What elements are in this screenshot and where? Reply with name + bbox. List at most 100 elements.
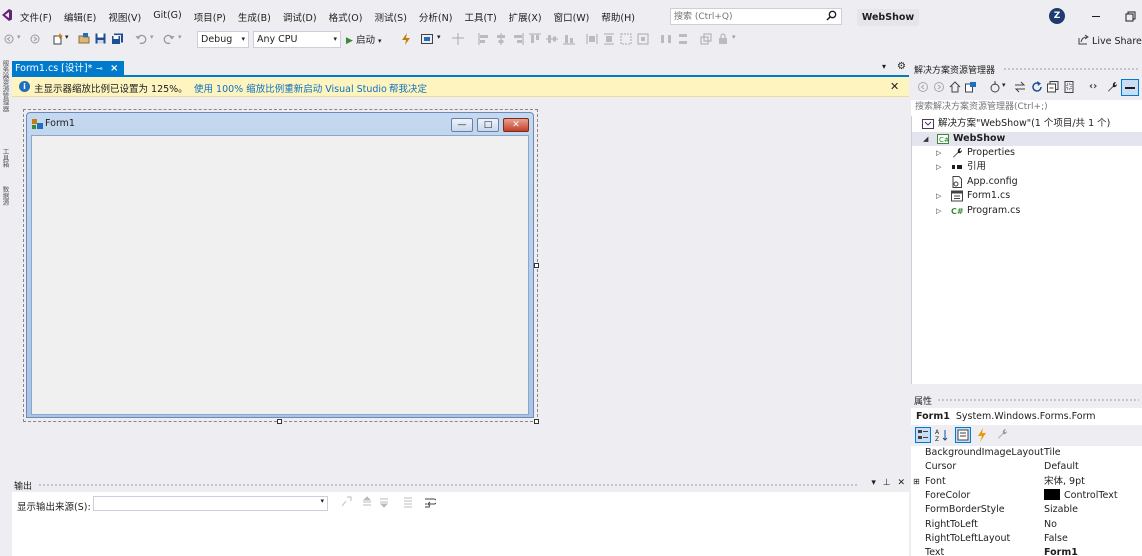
new-project-icon[interactable] bbox=[52, 33, 64, 45]
menu-extensions[interactable]: 扩展(X) bbox=[503, 10, 548, 24]
back-dropdown-icon[interactable]: ▾ bbox=[17, 33, 21, 41]
menu-window[interactable]: 窗口(W) bbox=[548, 10, 596, 24]
close-icon[interactable]: ✕ bbox=[890, 80, 899, 93]
preview-selected-items-button[interactable] bbox=[1121, 79, 1139, 96]
switch-views-icon[interactable] bbox=[965, 81, 977, 93]
tree-item-references[interactable]: ▷ 引用 bbox=[912, 160, 1142, 174]
menu-edit[interactable]: 编辑(E) bbox=[58, 10, 102, 24]
start-button[interactable]: ▶ 启动 ▾ bbox=[346, 32, 382, 46]
tab-list-dropdown-icon[interactable]: ▾ bbox=[882, 62, 886, 71]
tab-order-icon[interactable] bbox=[700, 33, 712, 45]
minimize-icon[interactable] bbox=[1089, 8, 1103, 24]
property-row[interactable]: Text Form1 bbox=[911, 546, 1142, 556]
menu-git[interactable]: Git(G) bbox=[147, 10, 188, 24]
tree-item-app-config[interactable]: App.config bbox=[912, 175, 1142, 189]
help-me-decide-link[interactable]: 帮我决定 bbox=[389, 81, 427, 95]
align-tops-icon[interactable] bbox=[529, 33, 541, 45]
undo-icon[interactable] bbox=[135, 33, 147, 45]
previous-message-icon[interactable] bbox=[361, 496, 373, 508]
solution-search-input[interactable] bbox=[911, 100, 1131, 114]
lock-controls-icon[interactable] bbox=[717, 33, 729, 45]
align-grid-icon[interactable] bbox=[452, 33, 464, 45]
solution-platform-select[interactable]: Any CPU ▾ bbox=[253, 31, 341, 48]
tree-item-properties[interactable]: ▷ Properties bbox=[912, 146, 1142, 160]
tree-item-project[interactable]: ◢ C# WebShow bbox=[912, 132, 1142, 146]
forward-icon[interactable] bbox=[30, 33, 40, 45]
search-box[interactable] bbox=[670, 8, 842, 25]
tree-item-form1[interactable]: ▷ Form1.cs bbox=[912, 189, 1142, 203]
menu-format[interactable]: 格式(O) bbox=[323, 10, 369, 24]
align-centers-icon[interactable] bbox=[495, 33, 507, 45]
make-same-height-icon[interactable] bbox=[603, 33, 615, 45]
visual-studio-logo-icon[interactable] bbox=[2, 9, 12, 21]
solution-configuration-select[interactable]: Debug ▾ bbox=[197, 31, 249, 48]
collapsed-arrow-icon[interactable]: ▷ bbox=[936, 160, 941, 174]
property-row[interactable]: RightToLeft No bbox=[911, 518, 1142, 532]
collapsed-arrow-icon[interactable]: ▷ bbox=[936, 146, 941, 160]
pending-changes-filter-icon[interactable] bbox=[989, 81, 1001, 93]
forward-icon[interactable] bbox=[933, 81, 945, 93]
alphabetical-icon[interactable]: AZ bbox=[935, 428, 949, 442]
solution-explorer-search[interactable] bbox=[911, 100, 1142, 116]
tree-item-solution[interactable]: 解决方案"WebShow"(1 个项目/共 1 个) bbox=[912, 117, 1142, 131]
align-rights-icon[interactable] bbox=[512, 33, 524, 45]
property-value[interactable]: False bbox=[1044, 532, 1068, 546]
property-value[interactable]: 宋体, 9pt bbox=[1044, 475, 1085, 489]
avatar[interactable]: Z bbox=[1049, 8, 1065, 24]
expand-plus-icon[interactable]: ⊞ bbox=[913, 475, 920, 489]
gear-icon[interactable]: ⚙ bbox=[897, 61, 906, 72]
property-row[interactable]: FormBorderStyle Sizable bbox=[911, 503, 1142, 517]
size-to-grid-icon[interactable] bbox=[637, 33, 649, 45]
word-wrap-icon[interactable] bbox=[424, 496, 436, 508]
wrench-icon[interactable] bbox=[1106, 81, 1118, 93]
restart-100-percent-link[interactable]: 使用 100% 缩放比例重新启动 Visual Studio bbox=[194, 81, 387, 95]
resize-handle-right[interactable] bbox=[534, 263, 539, 268]
save-all-icon[interactable] bbox=[111, 33, 124, 45]
form-close-button[interactable]: ✕ bbox=[503, 118, 529, 132]
clear-all-icon[interactable] bbox=[402, 496, 414, 508]
view-code-icon[interactable]: ‹› bbox=[1089, 81, 1097, 92]
back-icon[interactable] bbox=[4, 33, 14, 45]
form-maximize-button[interactable]: □ bbox=[477, 118, 499, 132]
search-icon[interactable] bbox=[826, 10, 837, 21]
pin-icon[interactable]: ⊸ bbox=[96, 61, 103, 76]
output-source-select[interactable]: ▾ bbox=[93, 496, 328, 511]
data-sources-tab[interactable]: 数据源 bbox=[0, 186, 10, 206]
menu-debug[interactable]: 调试(D) bbox=[277, 10, 323, 24]
restore-icon[interactable] bbox=[1123, 8, 1137, 24]
live-share-button[interactable]: Live Share bbox=[1078, 34, 1142, 47]
back-icon[interactable] bbox=[917, 81, 929, 93]
property-row[interactable]: ForeColor ControlText bbox=[911, 488, 1142, 503]
make-same-width-icon[interactable] bbox=[586, 33, 598, 45]
redo-icon[interactable] bbox=[163, 33, 175, 45]
menu-analyze[interactable]: 分析(N) bbox=[413, 10, 459, 24]
property-value[interactable]: No bbox=[1044, 518, 1057, 532]
resize-handle-bottom[interactable] bbox=[277, 419, 282, 424]
redo-dropdown-icon[interactable]: ▾ bbox=[178, 33, 182, 41]
filter-dropdown-icon[interactable]: ▾ bbox=[1002, 81, 1006, 89]
undo-dropdown-icon[interactable]: ▾ bbox=[150, 33, 154, 41]
menu-view[interactable]: 视图(V) bbox=[102, 10, 147, 24]
make-same-size-icon[interactable] bbox=[620, 33, 632, 45]
window-position-dropdown-icon[interactable]: ▾ bbox=[871, 478, 876, 488]
vertical-spacing-icon[interactable] bbox=[677, 33, 689, 45]
next-message-icon[interactable] bbox=[378, 496, 390, 508]
find-message-icon[interactable] bbox=[340, 496, 352, 508]
align-lefts-icon[interactable] bbox=[478, 33, 490, 45]
pin-icon[interactable]: ⊥ bbox=[883, 478, 891, 488]
property-row[interactable]: BackgroundImageLayout Tile bbox=[911, 446, 1142, 460]
close-icon[interactable]: × bbox=[110, 61, 118, 76]
forecolor-value-cell[interactable]: ControlText bbox=[1044, 488, 1118, 503]
align-middles-icon[interactable] bbox=[546, 33, 558, 45]
property-value[interactable]: Tile bbox=[1044, 446, 1061, 460]
menu-project[interactable]: 项目(P) bbox=[188, 10, 232, 24]
collapsed-arrow-icon[interactable]: ▷ bbox=[936, 189, 941, 203]
properties-view-button[interactable] bbox=[955, 427, 971, 443]
events-lightning-icon[interactable] bbox=[976, 428, 988, 442]
browser-dropdown-icon[interactable]: ▾ bbox=[437, 33, 441, 41]
menu-test[interactable]: 测试(S) bbox=[368, 10, 412, 24]
property-value[interactable]: Default bbox=[1044, 460, 1079, 474]
collapsed-arrow-icon[interactable]: ▷ bbox=[936, 204, 941, 218]
form-client-area[interactable] bbox=[31, 135, 529, 415]
property-row[interactable]: ⊞ Font 宋体, 9pt bbox=[911, 475, 1142, 489]
